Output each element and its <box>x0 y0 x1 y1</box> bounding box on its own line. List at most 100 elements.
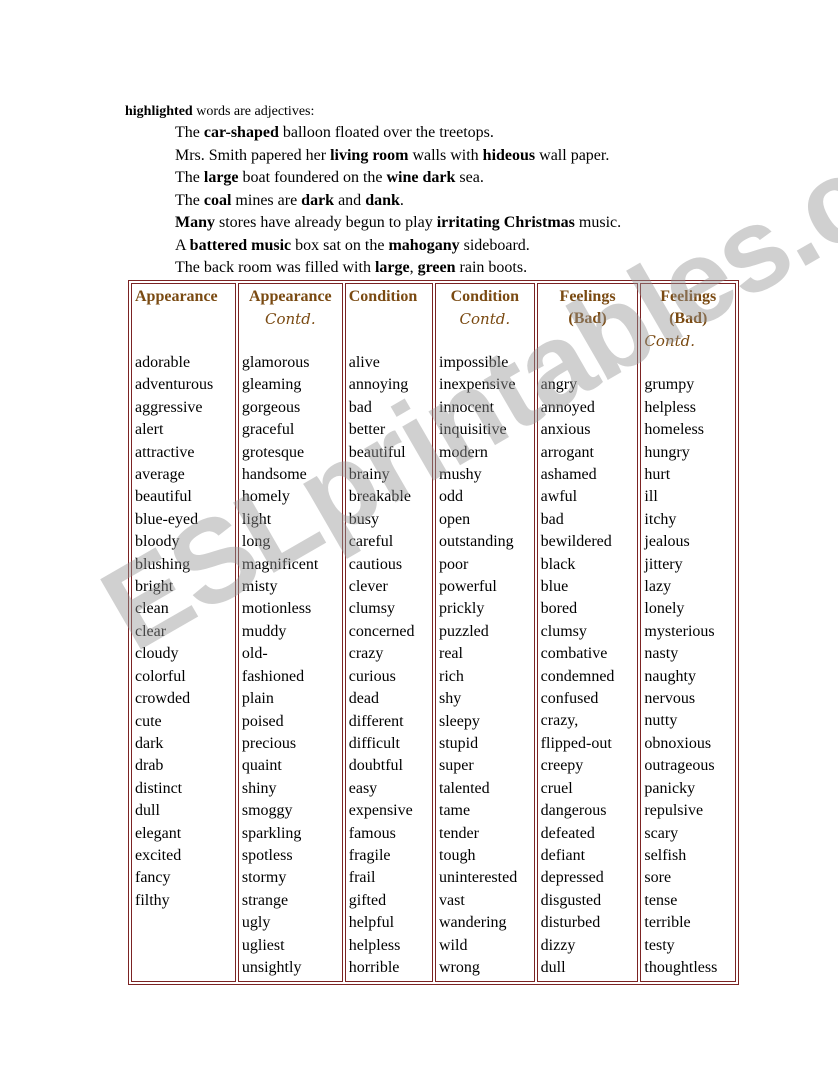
sentence-text: balloon floated over the treetops. <box>278 124 494 141</box>
adjective-word: itchy <box>644 510 677 528</box>
column-header-title: Appearance <box>248 288 332 305</box>
adjective-highlight: large <box>374 259 410 276</box>
adjective-word: thoughtless <box>644 958 718 976</box>
adjective-word: poor <box>439 555 469 573</box>
adjective-word: magnificent <box>241 555 319 573</box>
word-list: angry annoyed anxious arrogant ashamed awful b… <box>541 352 635 979</box>
adjective-word: hurt <box>644 466 671 484</box>
sentence-text: , <box>409 259 418 276</box>
sentence-text: The <box>175 169 204 186</box>
adjective-word: dizzy <box>540 936 576 954</box>
column-header: Appearance <box>135 286 232 308</box>
column-header: Feelings (Bad) Contd. <box>644 286 732 352</box>
adjective-word: confused <box>540 690 599 708</box>
sentence-text: music. <box>574 214 622 231</box>
continued-label: Contd. <box>265 310 316 328</box>
adjective-highlight: dark <box>301 191 335 209</box>
sentence-text: stores have already begun to play <box>215 214 437 231</box>
sentence-text: box sat on the <box>291 236 389 254</box>
example-sentence: The back room was filled with large, gre… <box>175 257 621 280</box>
adjective-word: adventurous <box>135 376 214 394</box>
adjective-word: super <box>439 757 474 775</box>
example-sentence: The coal mines are dark and dank. <box>175 190 621 213</box>
sentence-text: mines are <box>231 191 302 209</box>
adjective-table-row: Appearance adorable adventurous aggressive a… <box>131 283 736 983</box>
adjective-word: black <box>540 555 576 573</box>
category-column: Condition Contd. impossible inexpensive inno… <box>435 283 535 983</box>
word-list: glamorous gleaming gorgeous graceful grotesq… <box>242 352 339 979</box>
column-header-subtitle: (Bad) <box>669 310 708 327</box>
adjective-word: impossible <box>439 354 509 371</box>
adjective-word: bloody <box>135 533 180 551</box>
adjective-word: open <box>439 510 471 528</box>
adjective-word: blue <box>540 578 569 596</box>
adjective-word: concerned <box>348 622 415 640</box>
adjective-word: angry <box>540 376 578 394</box>
sentence-text: rain boots. <box>455 259 528 276</box>
adjective-word: repulsive <box>644 802 704 820</box>
word-list: adorable adventurous aggressive alert attrac… <box>135 352 232 912</box>
adjective-word: defiant <box>540 846 586 864</box>
adjective-word: outstanding <box>439 533 514 551</box>
adjective-word: clumsy <box>540 622 587 640</box>
adjective-word: ashamed <box>540 466 597 484</box>
adjective-word: tame <box>439 802 471 820</box>
adjective-word: mysterious <box>644 622 715 640</box>
adjective-word: spotless <box>241 846 293 864</box>
adjective-word: nasty <box>644 645 679 663</box>
adjective-word: tender <box>439 824 479 842</box>
adjective-word: jittery <box>644 555 683 573</box>
sentence-text: The <box>175 191 204 209</box>
adjective-word: bad <box>348 398 372 416</box>
adjective-word: modern <box>439 443 488 461</box>
example-sentence: Mrs. Smith papered her living room walls… <box>175 145 621 168</box>
adjective-word: crazy, <box>540 712 579 730</box>
adjective-word: shy <box>439 690 462 708</box>
adjective-word: selfish <box>644 846 687 864</box>
adjective-word: glamorous <box>241 354 310 371</box>
adjective-highlight: wine dark <box>386 169 456 186</box>
adjective-word: lazy <box>644 578 672 596</box>
column-header: Condition <box>349 286 429 308</box>
sentence-text: sea. <box>455 169 484 186</box>
adjective-word: adorable <box>135 354 191 371</box>
adjective-word: beautiful <box>348 443 406 461</box>
adjective-word: condemned <box>540 667 615 685</box>
adjective-word: dead <box>348 690 379 708</box>
adjective-word: terrible <box>644 914 691 932</box>
adjective-word: muddy <box>241 622 287 640</box>
adjective-word: clear <box>135 622 167 640</box>
adjective-highlight: irritating Christmas <box>436 214 575 231</box>
word-list: impossible inexpensive innocent inquisitive… <box>439 352 531 979</box>
adjective-word: fashioned <box>241 667 305 685</box>
adjective-word: unsightly <box>241 958 302 976</box>
adjective-word: precious <box>241 734 297 752</box>
adjective-word: careful <box>348 533 394 551</box>
category-column: Appearance Contd. glamorous gleaming gorgeou… <box>237 283 343 983</box>
adjective-word: talented <box>439 779 490 797</box>
adjective-word: annoying <box>348 376 409 394</box>
adjective-word: doubtful <box>348 757 403 775</box>
adjective-word: annoyed <box>540 398 595 416</box>
sentence-text: The back room was filled with <box>175 259 375 276</box>
adjective-word: better <box>348 421 386 439</box>
category-column: Condition alive annoying bad better beautiful… <box>344 283 433 983</box>
adjective-word: gifted <box>348 891 387 909</box>
intro-bold: highlighted <box>125 104 193 119</box>
adjective-word: puzzled <box>439 622 489 640</box>
adjective-word: vast <box>439 891 465 909</box>
adjective-word: homeless <box>644 421 704 439</box>
adjective-word: dull <box>135 802 160 820</box>
intro-rest: words are adjectives: <box>192 104 315 119</box>
adjective-word: mushy <box>439 466 482 484</box>
continued-label: Contd. <box>459 310 511 328</box>
adjective-word: innocent <box>439 398 495 416</box>
adjective-highlight: coal <box>203 191 232 209</box>
sentence-text: A <box>175 236 190 254</box>
sentence-text: sideboard. <box>459 236 530 254</box>
adjective-word: sore <box>644 869 672 887</box>
adjective-word: nervous <box>644 690 696 708</box>
adjective-word: dull <box>540 958 566 976</box>
category-column: Feelings (Bad) Contd. grumpy helpless homeles… <box>640 283 736 983</box>
adjective-word: wrong <box>439 958 480 976</box>
